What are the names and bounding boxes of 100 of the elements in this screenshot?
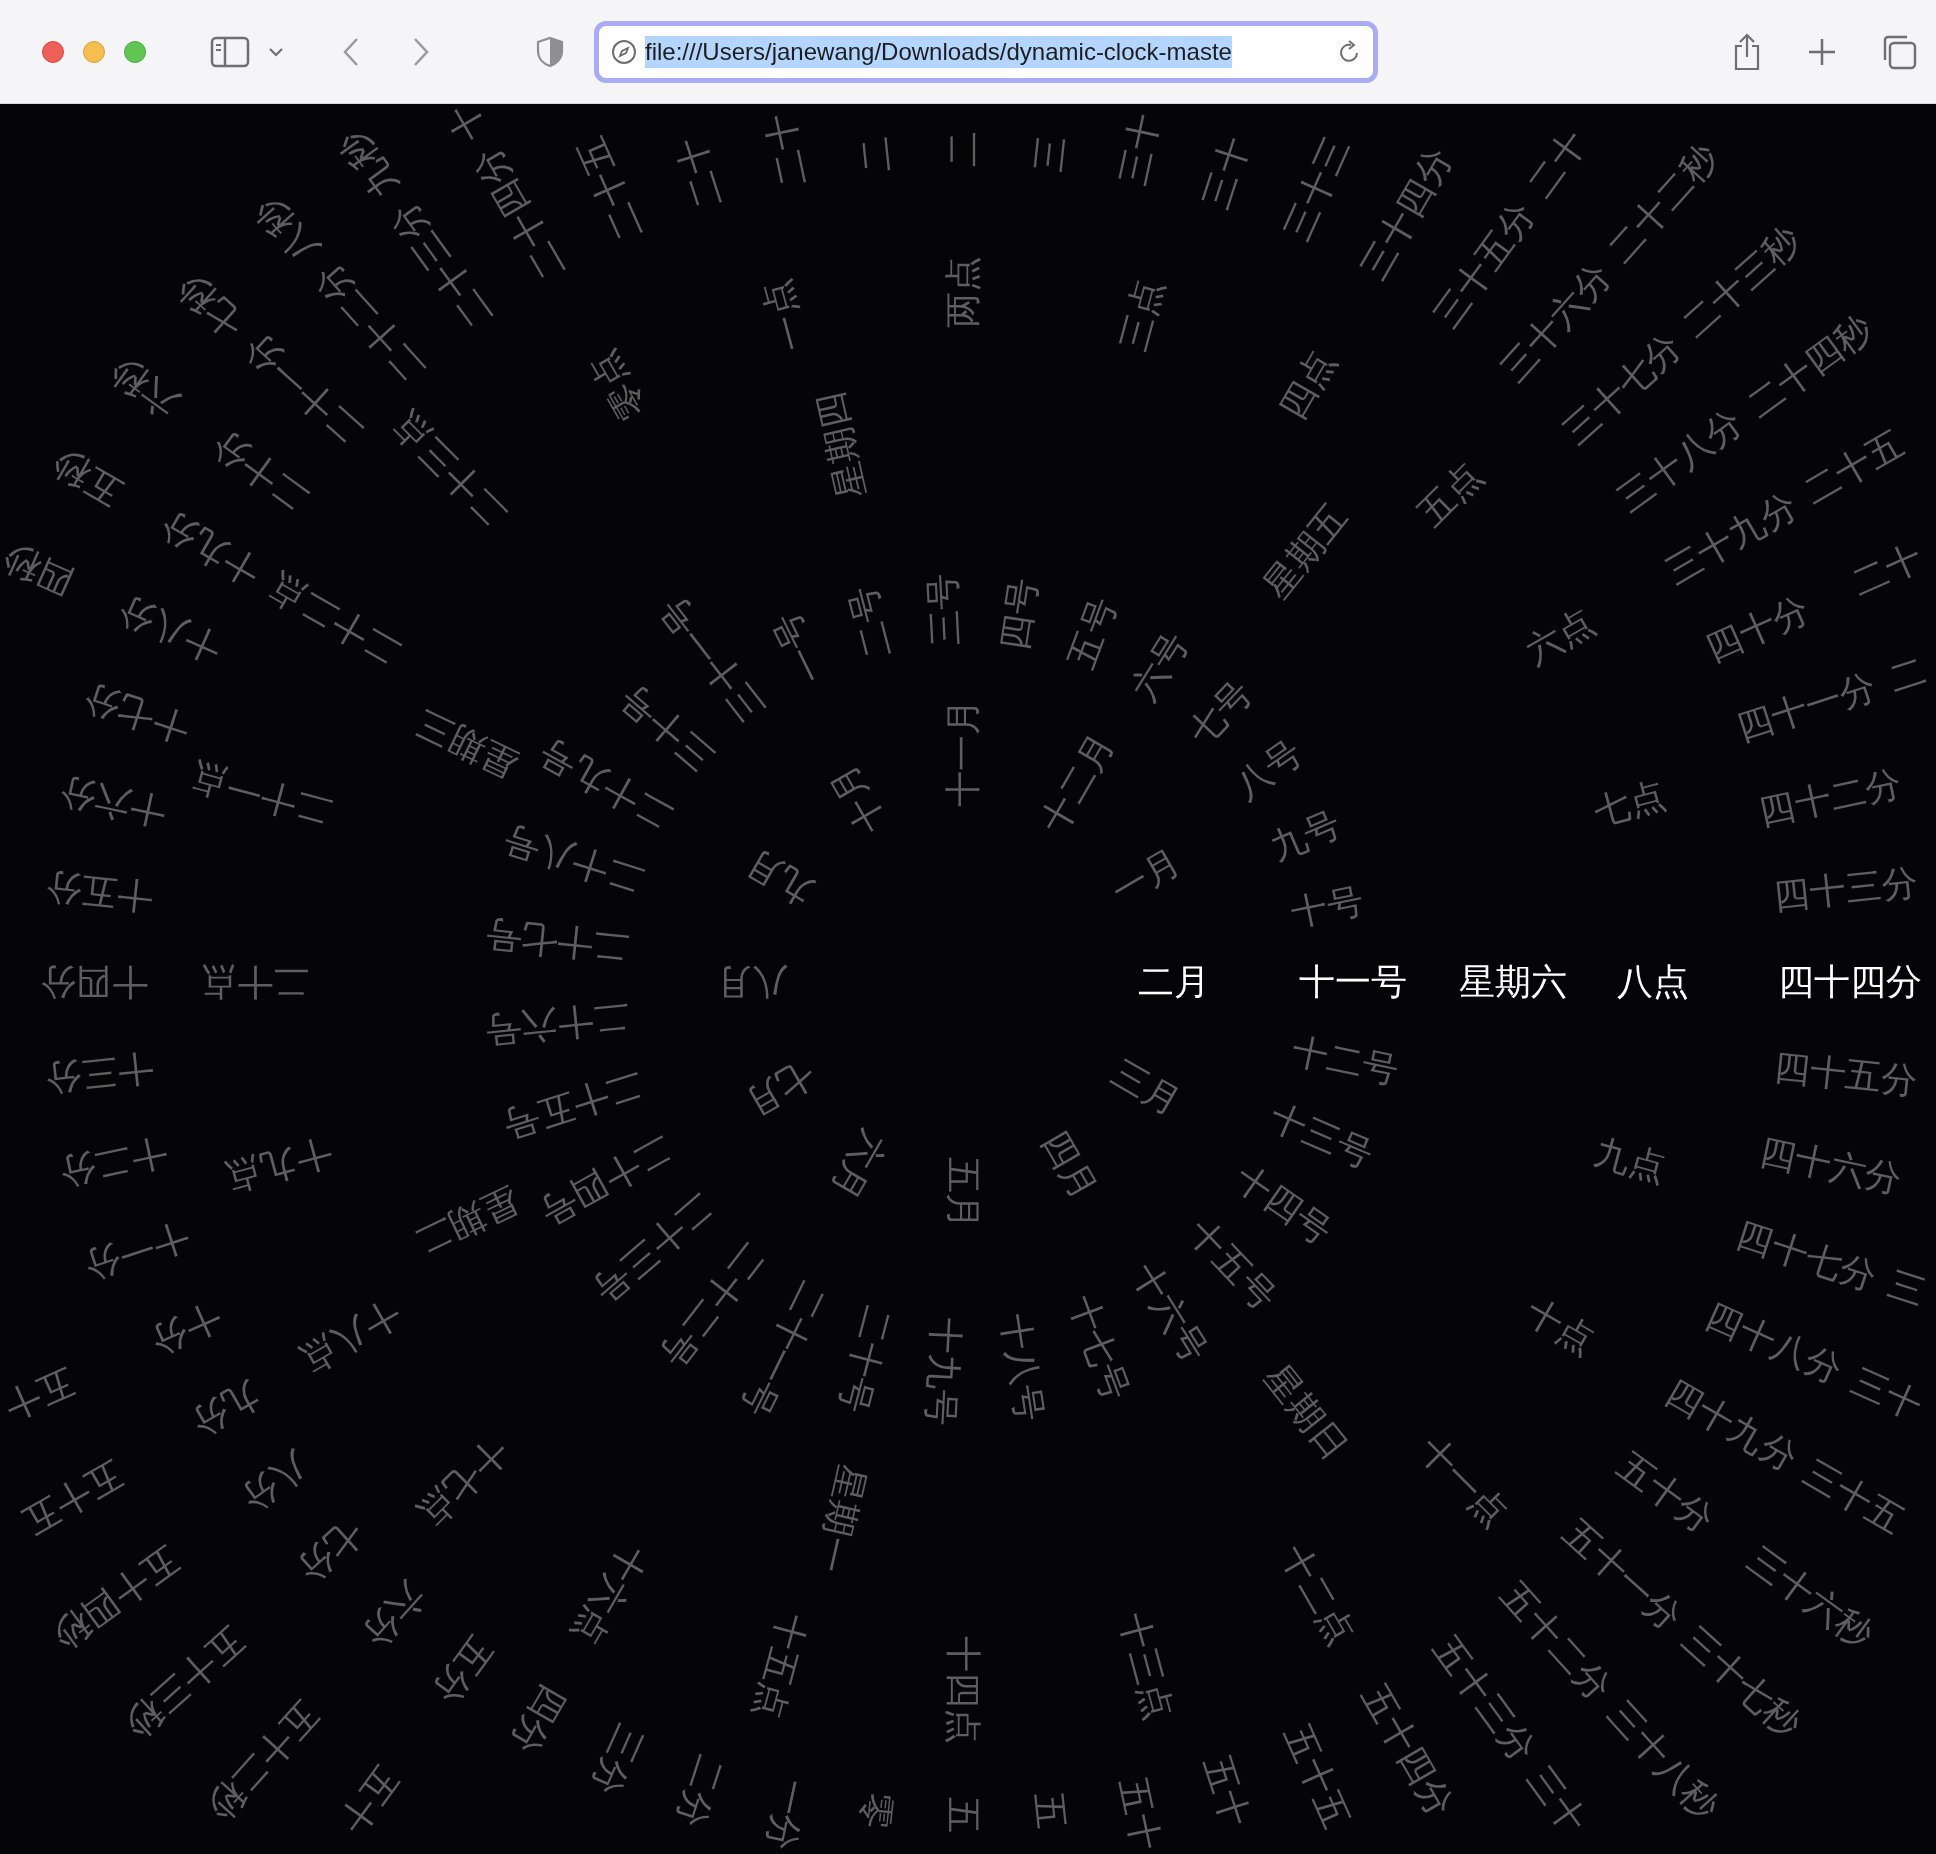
- month-label: 三月: [1104, 1052, 1187, 1123]
- minute-label: 五十: [1195, 1750, 1257, 1832]
- minute-label: 四十三分: [1771, 861, 1919, 917]
- minute-label: 四分: [502, 1677, 573, 1761]
- address-field[interactable]: file:///Users/janewang/Downloads/dynamic-clock-maste: [594, 20, 1378, 83]
- hour-label: 三点: [1113, 275, 1171, 356]
- hour-label: 二十一点: [187, 756, 337, 832]
- weekday-label: 星期六: [1459, 962, 1567, 1002]
- hour-label: 十二点: [1272, 1538, 1362, 1652]
- hour-label: 四点: [1272, 343, 1344, 426]
- minute-label: 十一分: [79, 1214, 195, 1287]
- second-label: 四秒: [0, 537, 81, 604]
- minute-label: 一分: [759, 1775, 814, 1854]
- minute-label: 三: [1028, 133, 1072, 174]
- hour-label: 十五点: [746, 1608, 813, 1724]
- second-label: 三: [1884, 1264, 1931, 1314]
- forward-icon[interactable]: [413, 36, 429, 67]
- month-label: 一月: [1104, 841, 1187, 912]
- day-label: 十号: [1288, 880, 1367, 934]
- minute-label: 五: [1028, 1790, 1072, 1831]
- chevron-down-icon[interactable]: [268, 46, 284, 57]
- minute-label: 四十五分: [1771, 1047, 1919, 1103]
- hour-label: 十四点: [943, 1636, 983, 1744]
- day-label: 十一号: [1299, 962, 1407, 1002]
- day-label: 十八号: [994, 1311, 1050, 1424]
- second-label: 三十: [1845, 1360, 1928, 1427]
- sidebar-icon[interactable]: [210, 35, 250, 68]
- hour-label: 十七点: [410, 1430, 515, 1535]
- weekday-label: 星期五: [1256, 497, 1356, 607]
- hour-label: 十点: [1519, 1291, 1602, 1363]
- minute-label: 五: [943, 1797, 983, 1833]
- hour-label: 十九点: [221, 1132, 337, 1199]
- tabs-overview-icon[interactable]: [1881, 33, 1917, 70]
- day-label: 二十七号: [483, 913, 631, 968]
- day-label: 二号: [841, 581, 899, 662]
- minute-label: 十二分: [56, 1131, 170, 1194]
- hour-label: 十一点: [1411, 1430, 1516, 1535]
- second-label: 五十: [0, 1360, 81, 1427]
- hour-label: 八点: [1617, 962, 1689, 1002]
- second-label: 六秒: [104, 350, 186, 426]
- close-window-button[interactable]: [42, 40, 64, 63]
- minute-label: 二: [854, 133, 898, 174]
- reload-icon[interactable]: [1337, 38, 1361, 65]
- shield-icon[interactable]: [536, 35, 564, 68]
- hour-label: 两点: [943, 256, 983, 328]
- minute-label: 零: [854, 1790, 898, 1831]
- minute-label: 四十一分: [1731, 666, 1882, 750]
- month-label: 九月: [739, 841, 822, 912]
- weekday-label: 星期一: [809, 1461, 873, 1576]
- day-label: 十三号: [1263, 1096, 1379, 1176]
- day-label: 五号: [1060, 592, 1124, 674]
- minute-label: 二: [943, 131, 983, 167]
- second-label: 三十八秒: [1600, 1693, 1727, 1827]
- second-label: 二十: [1845, 537, 1928, 604]
- maximize-window-button[interactable]: [124, 40, 146, 63]
- day-label: 十二号: [1288, 1030, 1402, 1091]
- minute-label: 二分: [669, 1750, 731, 1832]
- minute-label: 三十: [1195, 132, 1257, 214]
- day-label: 二十号: [832, 1302, 899, 1417]
- minute-label: 二十: [759, 110, 814, 189]
- minute-label: 十四分: [40, 962, 148, 1002]
- month-label: 六月: [822, 1123, 893, 1206]
- weekday-label: 星期三: [410, 701, 525, 785]
- hour-label: 十三点: [1113, 1608, 1180, 1724]
- hour-label: 一点: [755, 275, 813, 356]
- hour-label: 零点: [582, 343, 654, 426]
- back-icon[interactable]: [343, 36, 359, 67]
- month-label: 十二月: [1033, 726, 1122, 841]
- minute-label: 三分: [583, 1718, 650, 1801]
- minute-label: 九分: [184, 1372, 268, 1443]
- second-label: 九秒: [331, 123, 407, 205]
- minute-label: 三十: [1112, 110, 1167, 189]
- second-label: 二: [1884, 650, 1931, 700]
- second-label: 二十: [1519, 123, 1595, 205]
- month-label: 十月: [822, 758, 893, 841]
- hour-label: 九点: [1589, 1132, 1670, 1190]
- day-label: 十七号: [1060, 1290, 1136, 1406]
- hour-label: 十八点: [293, 1291, 407, 1381]
- minute-label: 十六分: [56, 770, 170, 833]
- hour-label: 二十三点: [384, 403, 515, 534]
- second-label: 五十五: [15, 1452, 129, 1541]
- hour-label: 十六点: [564, 1538, 654, 1652]
- new-tab-icon[interactable]: [1807, 36, 1837, 67]
- hour-label: 七点: [1589, 774, 1670, 832]
- hour-label: 六点: [1519, 601, 1602, 673]
- second-label: 三十: [1519, 1759, 1595, 1841]
- day-label: 二十六号: [483, 996, 631, 1051]
- minute-label: 十分: [144, 1295, 227, 1362]
- minute-label: 十三分: [43, 1047, 155, 1099]
- day-label: 四号: [994, 575, 1045, 653]
- weekday-label: 星期二: [410, 1179, 525, 1263]
- share-icon[interactable]: [1732, 32, 1762, 71]
- minute-label: 五十: [1112, 1775, 1167, 1854]
- month-label: 五月: [943, 1157, 983, 1229]
- minute-label: 四十六分: [1756, 1131, 1906, 1201]
- month-label: 二月: [1138, 962, 1210, 1002]
- minute-label: 四十四分: [1778, 962, 1922, 1002]
- second-label: 五秒: [46, 441, 129, 512]
- url-text: file:///Users/janewang/Downloads/dynamic-clock-maste: [645, 35, 1232, 68]
- minute-label: 四十七分: [1731, 1214, 1882, 1298]
